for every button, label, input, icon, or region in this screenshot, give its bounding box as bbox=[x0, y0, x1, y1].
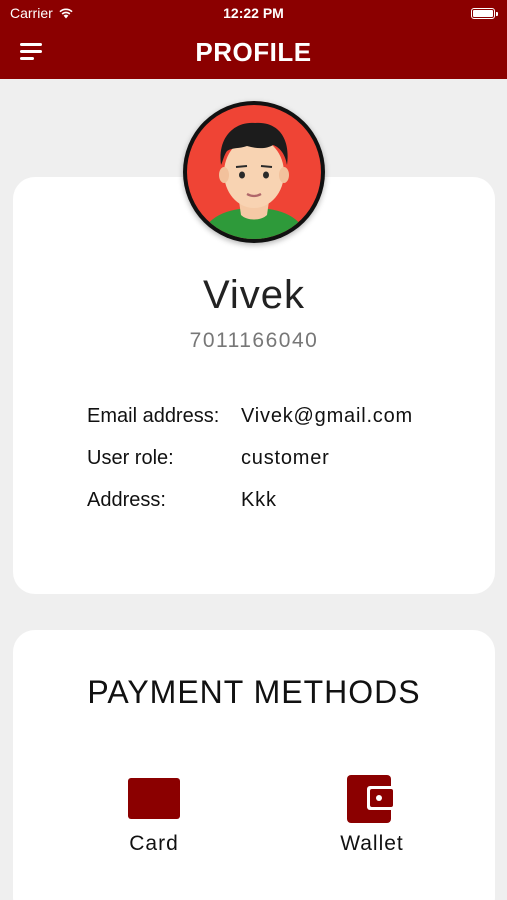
avatar[interactable] bbox=[183, 101, 325, 243]
card-label: Card bbox=[129, 832, 179, 855]
page-title: PROFILE bbox=[195, 37, 312, 67]
wallet-payment-option[interactable]: Wallet bbox=[317, 775, 427, 856]
payment-methods-title: PAYMENT METHODS bbox=[87, 674, 421, 710]
payment-methods-card: PAYMENT METHODS Card Wallet bbox=[13, 630, 495, 900]
address-label: Address: bbox=[87, 489, 166, 511]
battery-icon bbox=[471, 8, 498, 19]
profile-phone: 7011166040 bbox=[189, 329, 319, 352]
avatar-image bbox=[187, 105, 321, 239]
wallet-icon bbox=[347, 775, 395, 823]
email-row: Email address: Vivek@gmail.com bbox=[87, 405, 413, 447]
status-bar: Carrier 12:22 PM bbox=[0, 5, 507, 23]
wallet-label: Wallet bbox=[340, 832, 404, 855]
email-label: Email address: bbox=[87, 405, 220, 427]
address-row: Address: Kkk bbox=[87, 489, 413, 531]
status-time: 12:22 PM bbox=[223, 5, 284, 21]
role-label: User role: bbox=[87, 447, 174, 469]
profile-name: Vivek bbox=[202, 273, 306, 317]
card-payment-option[interactable]: Card bbox=[99, 775, 209, 856]
role-value: customer bbox=[241, 447, 330, 469]
credit-card-icon bbox=[128, 778, 180, 819]
app-header: Carrier 12:22 PM PROFILE bbox=[0, 0, 507, 79]
address-value: Kkk bbox=[241, 489, 277, 511]
role-row: User role: customer bbox=[87, 447, 413, 489]
email-value: Vivek@gmail.com bbox=[241, 405, 413, 427]
profile-details: Email address: Vivek@gmail.com User role… bbox=[87, 405, 413, 531]
